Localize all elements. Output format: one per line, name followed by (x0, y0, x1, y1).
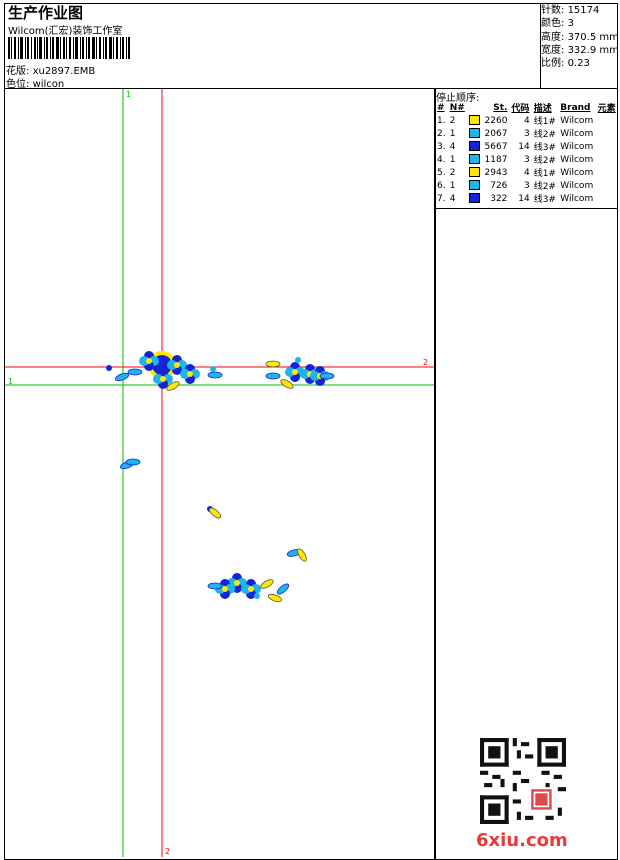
table-row: 7. 4 322 14 线3# Wilcom (437, 193, 594, 205)
axis-top-label: 1 (126, 90, 131, 99)
flower-motif-icon (118, 458, 141, 471)
table-row: 1. 2 2260 4 线1# Wilcom (437, 115, 594, 127)
page-title: 生产作业图 (8, 4, 84, 22)
col-index: # (437, 102, 445, 113)
col-code: 代码 (511, 104, 530, 114)
color-line: 色位: wilcon (6, 75, 64, 90)
col-stitches: St. (493, 102, 508, 113)
stops-body: 1. 2 2260 4 线1# Wilcom 2. 1 2067 3 线2# Wilcom … (435, 114, 618, 205)
stat-width: 宽度: 332.9 mm (541, 44, 619, 56)
stops-table: # N# St. 代码 描述 Brand 元素 1. 2 2260 4 线1# Wil… (435, 101, 618, 206)
color-swatch (469, 193, 481, 204)
stat-stitches: 针数: 15174 (541, 5, 600, 16)
stats-panel: 针数: 15174 颜色: 3 高度: 370.5 mm 宽度: 332.9 m… (541, 4, 619, 70)
table-row: 6. 1 726 3 线2# Wilcom (437, 180, 594, 192)
table-row: 2. 1 2067 3 线2# Wilcom (437, 128, 594, 140)
flower-motif-icon (207, 573, 291, 604)
studio-name: Wilcom(汇宏)装饰工作室 (8, 26, 123, 37)
watermark-text: 6xiu.com (476, 830, 568, 851)
design-canvas: 2 1 1 2 (5, 89, 434, 857)
axis-y-label: 1 (8, 377, 13, 386)
color-swatch (469, 128, 481, 139)
stat-colors: 颜色: 3 (541, 18, 574, 30)
color-swatch (469, 180, 481, 191)
flower-motif-icon (207, 505, 223, 521)
col-desc: 描述 (533, 104, 552, 114)
col-needle: N# (449, 102, 465, 113)
col-brand: Brand (560, 102, 591, 113)
stops-header-row: # N# St. 代码 描述 Brand 元素 (435, 101, 618, 115)
stat-height: 高度: 370.5 mm (541, 31, 619, 43)
stat-scale: 比例: 0.23 (541, 58, 590, 70)
axis-bottom-label: 2 (165, 847, 170, 856)
table-row: 5. 2 2943 4 线1# Wilcom (437, 167, 594, 179)
color-swatch (469, 141, 481, 152)
color-swatch (469, 167, 481, 178)
table-row: 3. 4 5667 14 线3# Wilcom (437, 141, 594, 153)
color-swatch (469, 115, 481, 126)
color-swatch (469, 154, 481, 165)
col-element: 元素 (597, 104, 616, 114)
flower-motif-icon (286, 547, 309, 563)
qr-code-icon (480, 738, 566, 824)
table-divider (435, 208, 617, 209)
col-color (467, 101, 482, 114)
axis-x-label: 2 (423, 358, 428, 367)
table-row: 4. 1 1187 3 线2# Wilcom (437, 154, 594, 166)
barcode-icon (8, 37, 130, 59)
